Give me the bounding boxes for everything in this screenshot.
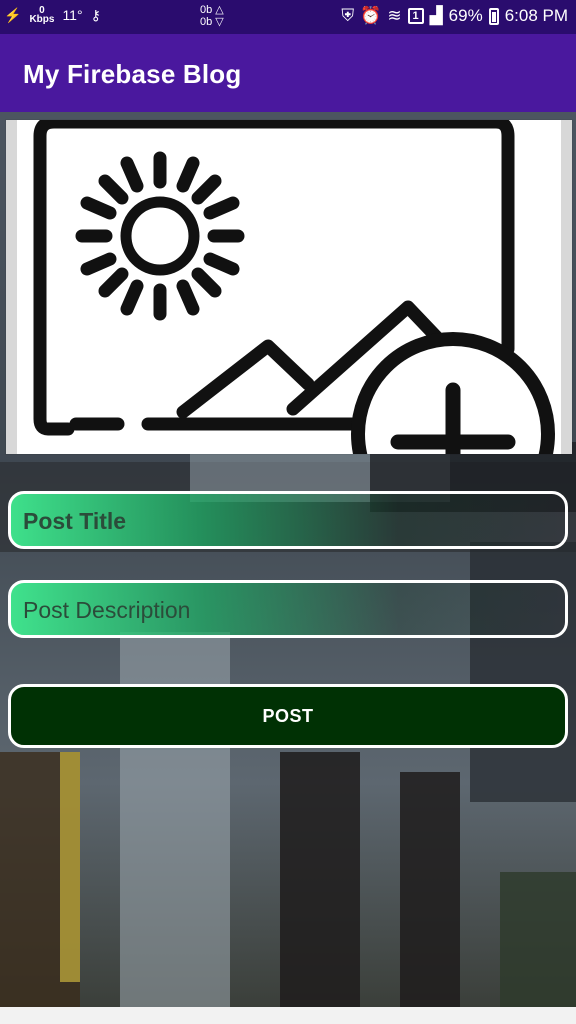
data-down: 0b: [200, 16, 213, 28]
image-picker-button[interactable]: [6, 120, 572, 454]
post-title-input[interactable]: [23, 504, 553, 538]
post-title-field[interactable]: [8, 491, 568, 549]
app-bar: My Firebase Blog: [0, 34, 576, 112]
status-bar: ⚡ 0 Kbps 11° ⚷ 0b △ 0b ▽ ⛨ ⏰ ≋ 1 ▟ 69% 6…: [0, 0, 576, 34]
post-description-field[interactable]: [8, 580, 568, 638]
signal-icon: ▟: [429, 6, 443, 25]
data-up: 0b: [200, 4, 213, 16]
battery-saver-icon: ⛨: [341, 6, 355, 25]
app-title: My Firebase Blog: [23, 59, 242, 89]
alarm-icon: ⏰: [360, 6, 382, 25]
key-icon: ⚷: [90, 6, 101, 23]
post-button[interactable]: POST: [8, 684, 568, 748]
clock: 6:08 PM: [504, 6, 568, 25]
card-edge-left: [6, 120, 17, 454]
sim-slot-badge: 1: [407, 8, 424, 24]
speed-unit: Kbps: [29, 14, 55, 25]
temperature: 11°: [62, 7, 83, 23]
data-usage: 0b △ 0b ▽: [200, 4, 224, 28]
battery-icon: [488, 7, 499, 25]
vpn-key-icon: ⚡: [4, 6, 22, 23]
post-description-input[interactable]: [23, 593, 553, 627]
add-image-icon: [33, 120, 555, 454]
battery-percent: 69%: [448, 6, 483, 25]
wifi-icon: ≋: [387, 6, 402, 25]
network-speed: 0 Kbps: [29, 6, 55, 25]
